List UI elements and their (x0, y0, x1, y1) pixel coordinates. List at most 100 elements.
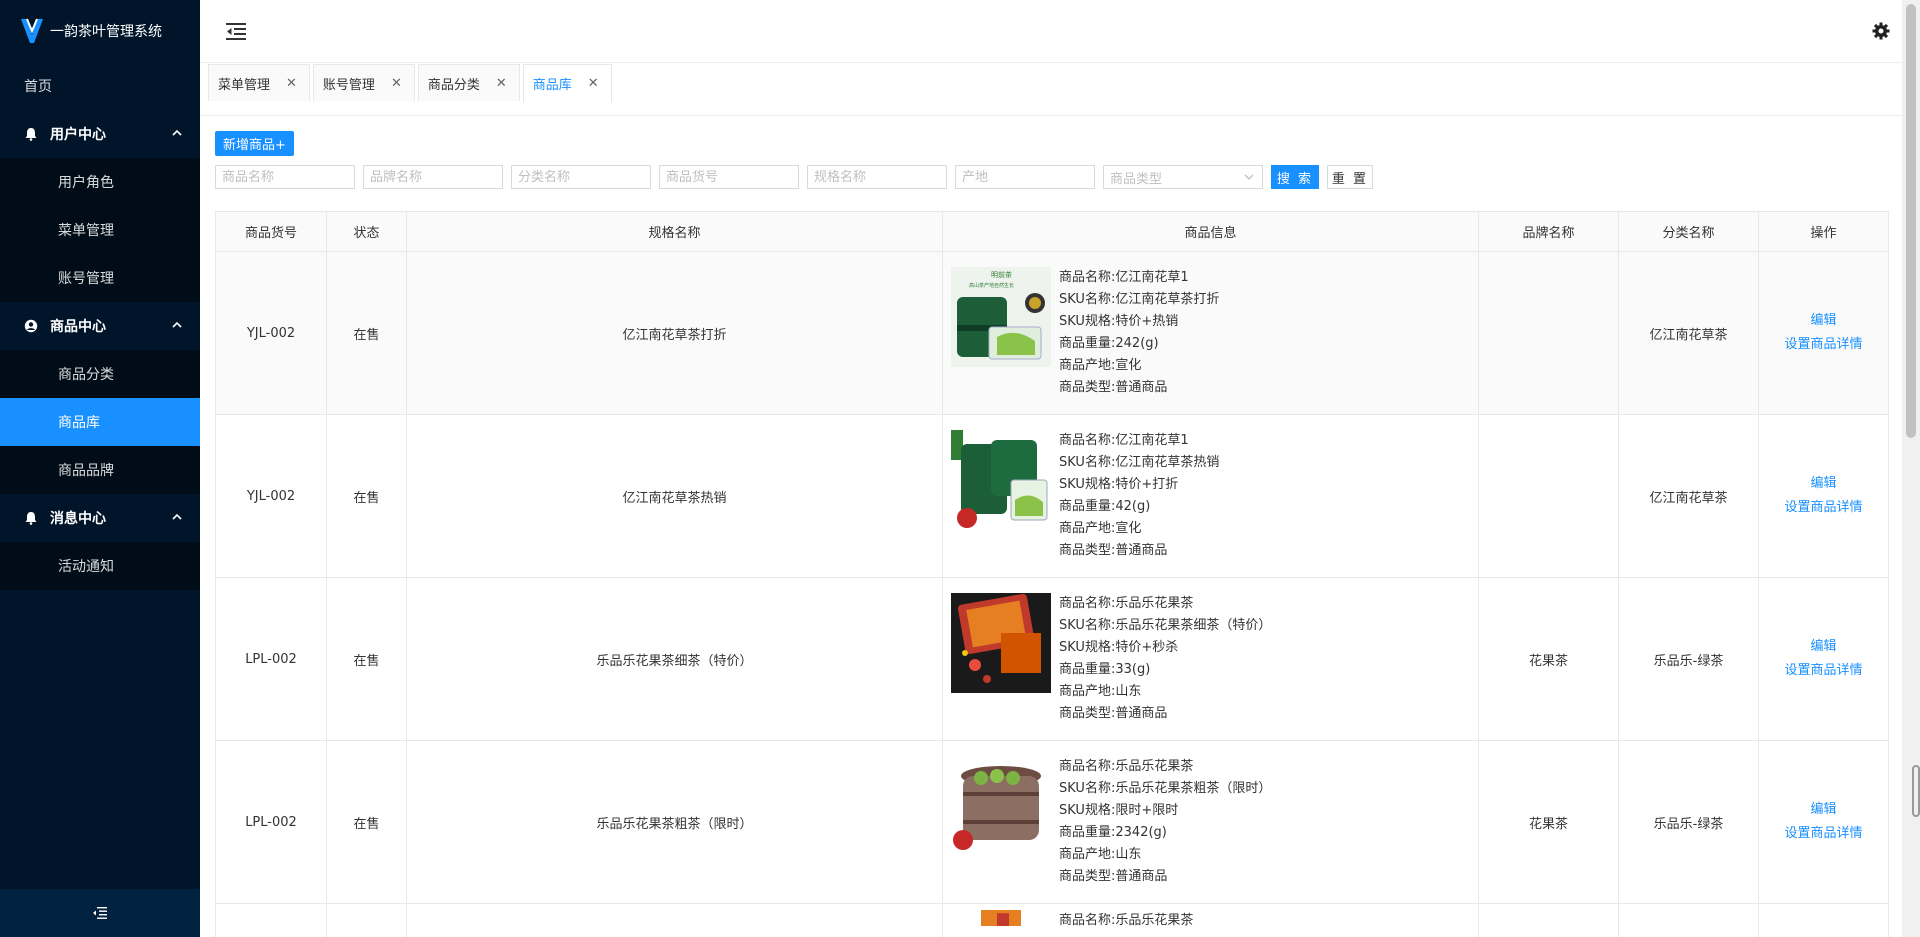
category-name-cell: 乐品乐-绿茶 (1618, 740, 1759, 904)
close-icon[interactable]: ✕ (391, 76, 402, 91)
category-name-cell: 乐品乐-绿茶 (1618, 577, 1759, 741)
category-name-cell: 亿江南花草茶 (1618, 414, 1759, 578)
sidebar: 一韵茶叶管理系统 首页 用户中心 用户角色 菜单管理 账号管理 商品中心 商品分… (0, 0, 200, 937)
sidebar-group-label: 消息中心 (50, 511, 106, 527)
reset-button[interactable]: 重 置 (1327, 165, 1373, 189)
column-header[interactable]: 状态 (326, 211, 407, 252)
product-name-input[interactable] (215, 165, 355, 189)
status-cell: 在售 (326, 414, 407, 578)
add-product-button[interactable]: 新增商品+ (215, 131, 294, 156)
logo[interactable]: 一韵茶叶管理系统 (0, 0, 200, 62)
table-row: 商品名称:乐品乐花果茶 (215, 903, 1889, 937)
sidebar-collapse-button[interactable] (0, 889, 200, 937)
brand-name-cell (1478, 251, 1619, 415)
chevron-down-icon (1244, 174, 1254, 180)
sidebar-group-message-center[interactable]: 消息中心 (0, 494, 200, 542)
sidebar-item-account-management[interactable]: 账号管理 (0, 254, 200, 302)
scroll-indicator (1912, 765, 1920, 817)
tab-product-category[interactable]: 商品分类 ✕ (417, 64, 520, 101)
product-table: 商品货号 状态 规格名称 商品信息 品牌名称 分类名称 操作 YJL-002 在… (215, 211, 1889, 937)
edit-link[interactable]: 编辑 (1759, 798, 1888, 822)
close-icon[interactable]: ✕ (496, 76, 507, 91)
info-line: 商品名称:亿江南花草1 (1059, 433, 1189, 448)
info-line: SKU规格:特价+秒杀 (1059, 640, 1179, 655)
spec-name-cell: 亿江南花草茶打折 (406, 251, 943, 415)
sidebar-item-home[interactable]: 首页 (0, 62, 200, 110)
sidebar-item-menu-management[interactable]: 菜单管理 (0, 206, 200, 254)
chevron-up-icon (172, 321, 182, 328)
info-line: SKU规格:特价+打折 (1059, 477, 1179, 492)
status-cell: 在售 (326, 740, 407, 904)
close-icon[interactable]: ✕ (588, 76, 599, 91)
origin-input[interactable] (955, 165, 1095, 189)
set-detail-link[interactable]: 设置商品详情 (1759, 496, 1888, 520)
info-line: 商品重量:2342(g) (1059, 825, 1167, 840)
tab-menu-management[interactable]: 菜单管理 ✕ (208, 64, 310, 101)
info-line: 商品类型:普通商品 (1059, 869, 1168, 884)
info-line: SKU规格:限时+限时 (1059, 803, 1179, 818)
actions-cell: 编辑 设置商品详情 (1758, 740, 1889, 904)
sidebar-item-user-roles[interactable]: 用户角色 (0, 158, 200, 206)
info-line: 商品名称:乐品乐花果茶 (1059, 596, 1194, 611)
edit-link[interactable]: 编辑 (1759, 309, 1888, 333)
close-icon[interactable]: ✕ (286, 76, 297, 91)
scrollbar-thumb[interactable] (1906, 4, 1916, 438)
gear-icon[interactable] (1872, 22, 1890, 40)
logo-icon (21, 18, 43, 43)
column-header[interactable]: 品牌名称 (1478, 211, 1619, 252)
edit-link[interactable]: 编辑 (1759, 472, 1888, 496)
set-detail-link[interactable]: 设置商品详情 (1759, 822, 1888, 846)
submenu-product-center: 商品分类 商品库 商品品牌 (0, 350, 200, 494)
info-line: 商品产地:宣化 (1059, 358, 1142, 373)
sidebar-group-label: 用户中心 (50, 127, 106, 143)
filter-bar: 商品类型 搜 索 重 置 (215, 165, 1888, 189)
product-type-select[interactable]: 商品类型 (1103, 165, 1263, 189)
tab-account-management[interactable]: 账号管理 ✕ (312, 64, 415, 101)
product-code-cell: LPL-002 (215, 740, 327, 904)
tab-product-library[interactable]: 商品库 ✕ (522, 64, 612, 102)
submenu-user-center: 用户角色 菜单管理 账号管理 (0, 158, 200, 302)
set-detail-link[interactable]: 设置商品详情 (1759, 333, 1888, 357)
table-row: LPL-002 在售 乐品乐花果茶细茶（特价） 商品名称:乐品乐花果茶 SKU名… (215, 577, 1889, 741)
info-line: 商品类型:普通商品 (1059, 706, 1168, 721)
column-header[interactable]: 分类名称 (1618, 211, 1759, 252)
sidebar-group-product-center[interactable]: 商品中心 (0, 302, 200, 350)
category-name-input[interactable] (511, 165, 651, 189)
column-header[interactable]: 规格名称 (406, 211, 943, 252)
set-detail-link[interactable]: 设置商品详情 (1759, 659, 1888, 683)
sidebar-group-label: 商品中心 (50, 319, 106, 335)
brand-name-cell: 花果茶 (1478, 740, 1619, 904)
tab-label: 菜单管理 (218, 77, 271, 93)
spec-name-input[interactable] (807, 165, 947, 189)
info-line: 商品重量:42(g) (1059, 499, 1151, 514)
info-line: 商品类型:普通商品 (1059, 380, 1168, 395)
menu-fold-icon[interactable] (226, 22, 246, 40)
bell-icon (24, 127, 38, 141)
info-line: 商品产地:山东 (1059, 684, 1142, 699)
product-image: 明前茶 高山茶产地自然生长 (951, 267, 1051, 367)
svg-text:明前茶: 明前茶 (991, 270, 1012, 279)
table-row: YJL-002 在售 亿江南花草茶打折 明前茶 高山茶产地自然生长 商品名称:亿… (215, 251, 1889, 415)
search-button[interactable]: 搜 索 (1271, 165, 1319, 189)
column-header[interactable]: 操作 (1758, 211, 1889, 252)
sidebar-item-product-library[interactable]: 商品库 (0, 398, 200, 446)
sidebar-item-product-category[interactable]: 商品分类 (0, 350, 200, 398)
category-name-cell: 亿江南花草茶 (1618, 251, 1759, 415)
sidebar-item-product-brand[interactable]: 商品品牌 (0, 446, 200, 494)
product-info-cell: 商品名称:乐品乐花果茶 (942, 903, 1479, 937)
info-line: SKU名称:乐品乐花果茶粗茶（限时） (1059, 781, 1272, 796)
product-code-input[interactable] (659, 165, 799, 189)
product-image (981, 910, 1021, 926)
info-line: SKU名称:亿江南花草茶热销 (1059, 455, 1220, 470)
edit-link[interactable]: 编辑 (1759, 635, 1888, 659)
column-header[interactable]: 商品信息 (942, 211, 1479, 252)
sidebar-item-activity-notice[interactable]: 活动通知 (0, 542, 200, 590)
column-header[interactable]: 商品货号 (215, 211, 327, 252)
tab-bar: 菜单管理 ✕ 账号管理 ✕ 商品分类 ✕ 商品库 ✕ (200, 63, 1902, 116)
brand-name-input[interactable] (363, 165, 503, 189)
app-title: 一韵茶叶管理系统 (50, 24, 162, 40)
product-image (951, 593, 1051, 693)
submenu-message-center: 活动通知 (0, 542, 200, 590)
sidebar-group-user-center[interactable]: 用户中心 (0, 110, 200, 158)
spec-name-cell: 亿江南花草茶热销 (406, 414, 943, 578)
